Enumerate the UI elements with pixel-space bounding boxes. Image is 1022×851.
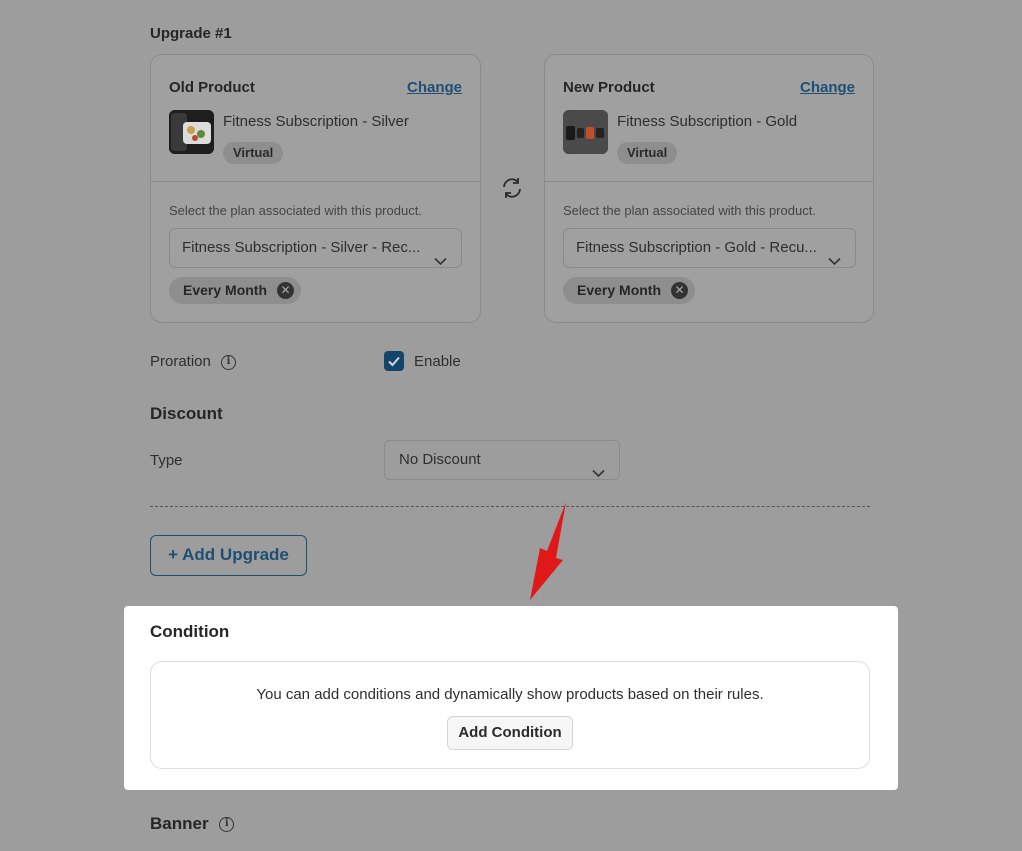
new-plan-hint: Select the plan associated with this pro… [563, 203, 816, 218]
swap-icon [500, 176, 524, 205]
remove-chip-icon[interactable]: ✕ [277, 282, 295, 299]
new-plan-select[interactable]: Fitness Subscription - Gold - Recu... [563, 228, 856, 268]
add-upgrade-button[interactable]: + Add Upgrade [150, 535, 307, 576]
old-product-title: Old Product [169, 79, 255, 96]
old-plan-hint: Select the plan associated with this pro… [169, 203, 422, 218]
new-product-thumbnail [563, 110, 608, 154]
discount-type-select[interactable]: No Discount [384, 440, 620, 480]
old-product-thumbnail [169, 110, 214, 154]
info-icon[interactable]: i [221, 354, 237, 370]
info-icon[interactable]: i [219, 817, 235, 833]
old-product-card: Old Product Change Fitness Subscription … [150, 54, 481, 323]
new-product-card: New Product Change Fitness Subscription … [544, 54, 874, 323]
old-plan-select[interactable]: Fitness Subscription - Silver - Rec... [169, 228, 462, 268]
proration-checkbox[interactable] [384, 351, 404, 371]
chevron-down-icon [828, 243, 841, 281]
check-icon [388, 356, 400, 367]
old-product-badge: Virtual [223, 142, 284, 164]
new-plan-chip: Every Month ✕ [563, 277, 696, 304]
section-divider [150, 506, 870, 507]
condition-heading: Condition [150, 622, 230, 641]
new-product-name: Fitness Subscription - Gold [617, 113, 798, 130]
chevron-down-icon [434, 243, 447, 281]
new-product-change-link[interactable]: Change [800, 79, 855, 96]
card-divider [545, 181, 873, 182]
banner-heading: Banner i [150, 814, 235, 834]
red-arrow-annotation [522, 500, 572, 610]
card-divider [151, 181, 480, 182]
new-product-badge: Virtual [617, 142, 678, 164]
old-product-change-link[interactable]: Change [407, 79, 462, 96]
banner-heading-label: Banner [150, 814, 209, 833]
proration-row: Proration i [150, 353, 237, 370]
old-plan-chip: Every Month ✕ [169, 277, 302, 304]
discount-type-value: No Discount [399, 451, 481, 468]
new-plan-chip-label: Every Month [577, 282, 662, 298]
old-plan-chip-label: Every Month [183, 282, 268, 298]
condition-description: You can add conditions and dynamically s… [256, 686, 764, 703]
discount-type-label: Type [150, 452, 183, 469]
old-product-name: Fitness Subscription - Silver [223, 113, 409, 130]
proration-label: Proration [150, 353, 211, 370]
remove-chip-icon[interactable]: ✕ [671, 282, 689, 299]
condition-panel: Condition You can add conditions and dyn… [124, 606, 898, 790]
new-product-title: New Product [563, 79, 655, 96]
proration-enable-label[interactable]: Enable [414, 353, 461, 370]
new-plan-select-value: Fitness Subscription - Gold - Recu... [576, 239, 817, 256]
condition-box: You can add conditions and dynamically s… [150, 661, 870, 769]
add-condition-button[interactable]: Add Condition [447, 716, 573, 750]
discount-heading: Discount [150, 404, 223, 423]
upgrade-heading: Upgrade #1 [150, 25, 232, 42]
chevron-down-icon [592, 455, 605, 493]
old-plan-select-value: Fitness Subscription - Silver - Rec... [182, 239, 421, 256]
